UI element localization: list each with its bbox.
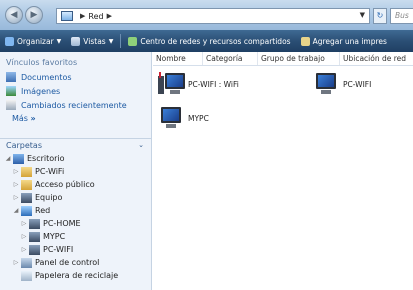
tree-item-label: PC-WIFI: [43, 245, 74, 254]
network-center-label: Centro de redes y recursos compartidos: [140, 36, 291, 46]
favorite-recientes[interactable]: Cambiados recientemente: [0, 98, 151, 112]
folder-icon: [13, 153, 24, 164]
folder-tree: ◢ Escritorio ▷ PC-WiFi ▷ Acceso público ▷ Equip…: [0, 152, 151, 282]
organize-icon: [5, 36, 14, 46]
tree-item-label: PC-WiFi: [35, 167, 65, 176]
favorite-documentos[interactable]: Documentos: [0, 70, 151, 84]
tree-item[interactable]: ▷ MYPC: [0, 230, 151, 243]
breadcrumb-arrow-icon[interactable]: ▶: [107, 12, 112, 20]
organize-label: Organizar: [17, 36, 54, 46]
network-item[interactable]: PC-WIFI: [313, 72, 371, 96]
column-header-grupo[interactable]: Grupo de trabajo: [258, 52, 340, 65]
search-input[interactable]: Bus: [390, 8, 413, 24]
more-link[interactable]: Más »: [0, 112, 151, 126]
breadcrumb-red[interactable]: Red: [88, 12, 103, 21]
item-label: MYPC: [188, 113, 209, 123]
folder-icon: [29, 231, 40, 242]
tree-item[interactable]: ▷ PC-WiFi: [0, 165, 151, 178]
breadcrumb-arrow-icon[interactable]: ▶: [80, 12, 85, 20]
refresh-button[interactable]: ↻: [373, 8, 387, 24]
command-toolbar: Organizar ▼ Vistas ▼ Centro de redes y r…: [0, 30, 413, 52]
favorite-label: Cambiados recientemente: [21, 100, 127, 110]
folders-heading: Carpetas: [6, 141, 42, 150]
organize-button[interactable]: Organizar ▼: [0, 36, 66, 46]
tree-item[interactable]: ▷ PC-HOME: [0, 217, 151, 230]
views-icon: [71, 36, 81, 46]
tree-item[interactable]: ▷ Panel de control: [0, 256, 151, 269]
toolbar-separator: [120, 34, 122, 48]
folder-icon: [29, 218, 40, 229]
chevron-down-icon: ▼: [56, 37, 62, 45]
media-device-icon: [158, 72, 185, 96]
tree-item[interactable]: ◢ Red: [0, 204, 151, 217]
pictures-icon: [6, 86, 16, 96]
expand-arrow-icon[interactable]: ▷: [20, 233, 28, 240]
address-box[interactable]: ▶ Red ▶ ▼: [56, 8, 370, 24]
expanded-arrow-icon[interactable]: ◢: [4, 155, 12, 162]
item-label: PC-WIFI: [343, 79, 372, 89]
tree-item-label: Escritorio: [27, 154, 65, 163]
tree-item[interactable]: ▷ Equipo: [0, 191, 151, 204]
tree-item-label: Papelera de reciclaje: [35, 271, 119, 280]
favorite-label: Documentos: [21, 72, 72, 82]
navigation-pane: Vínculos favoritos Documentos Imágenes C…: [0, 52, 152, 290]
expand-arrow-icon[interactable]: ▷: [12, 259, 20, 266]
chevron-down-icon: ▼: [108, 37, 114, 45]
network-center-icon: [128, 36, 138, 46]
tree-item-label: Acceso público: [35, 180, 95, 189]
folder-icon: [21, 179, 32, 190]
address-bar-area: ◀ ▶ ▶ Red ▶ ▼ ↻ Bus: [0, 0, 413, 30]
item-label: PC-WIFI : WiFi: [188, 79, 239, 89]
expand-arrow-icon[interactable]: ▷: [12, 194, 20, 201]
column-header-nombre[interactable]: Nombre: [153, 52, 203, 65]
folder-icon: [29, 244, 40, 255]
forward-button[interactable]: ▶: [25, 6, 43, 24]
favorite-imagenes[interactable]: Imágenes: [0, 84, 151, 98]
address-dropdown-icon[interactable]: ▼: [360, 11, 365, 19]
tree-item[interactable]: ▷ PC-WIFI: [0, 243, 151, 256]
add-printer-button[interactable]: Agregar una impres: [296, 36, 392, 46]
folder-icon: [21, 257, 32, 268]
back-button[interactable]: ◀: [5, 6, 23, 24]
folder-icon: [21, 166, 32, 177]
folder-icon: [21, 192, 32, 203]
computer-icon: [158, 106, 184, 130]
file-list: Nombre Categoría Grupo de trabajo Ubicac…: [153, 52, 413, 290]
expanded-arrow-icon[interactable]: ◢: [12, 207, 20, 214]
tree-item[interactable]: Papelera de reciclaje: [0, 269, 151, 282]
tree-item[interactable]: ▷ Acceso público: [0, 178, 151, 191]
documents-icon: [6, 72, 16, 82]
network-item[interactable]: MYPC: [158, 106, 209, 130]
expand-arrow-icon[interactable]: ▷: [12, 168, 20, 175]
expand-arrow-icon[interactable]: ▷: [12, 181, 20, 188]
tree-item-label: PC-HOME: [43, 219, 81, 228]
expand-arrow-icon[interactable]: ▷: [20, 220, 28, 227]
folder-icon: [21, 205, 32, 216]
favorites-heading: Vínculos favoritos: [6, 58, 78, 67]
tree-item-label: Red: [35, 206, 51, 215]
recent-icon: [6, 100, 16, 110]
network-icon: [61, 11, 73, 21]
printer-icon: [300, 36, 310, 46]
folders-header[interactable]: Carpetas ⌄: [0, 138, 151, 152]
column-header-ubicacion[interactable]: Ubicación de red: [340, 52, 413, 65]
chevron-down-icon[interactable]: ⌄: [138, 139, 144, 152]
tree-item-label: MYPC: [43, 232, 66, 241]
views-label: Vistas: [83, 36, 106, 46]
column-headers: Nombre Categoría Grupo de trabajo Ubicac…: [153, 52, 413, 66]
computer-icon: [313, 72, 339, 96]
add-printer-label: Agregar una impres: [312, 36, 387, 46]
expand-arrow-icon[interactable]: ▷: [20, 246, 28, 253]
favorite-label: Imágenes: [21, 86, 61, 96]
views-button[interactable]: Vistas ▼: [66, 36, 118, 46]
folder-icon: [21, 270, 32, 281]
tree-item-label: Panel de control: [35, 258, 100, 267]
tree-item-label: Equipo: [35, 193, 63, 202]
column-header-categoria[interactable]: Categoría: [203, 52, 258, 65]
network-item[interactable]: PC-WIFI : WiFi: [158, 72, 239, 96]
network-center-button[interactable]: Centro de redes y recursos compartidos: [123, 36, 295, 46]
tree-item[interactable]: ◢ Escritorio: [0, 152, 151, 165]
